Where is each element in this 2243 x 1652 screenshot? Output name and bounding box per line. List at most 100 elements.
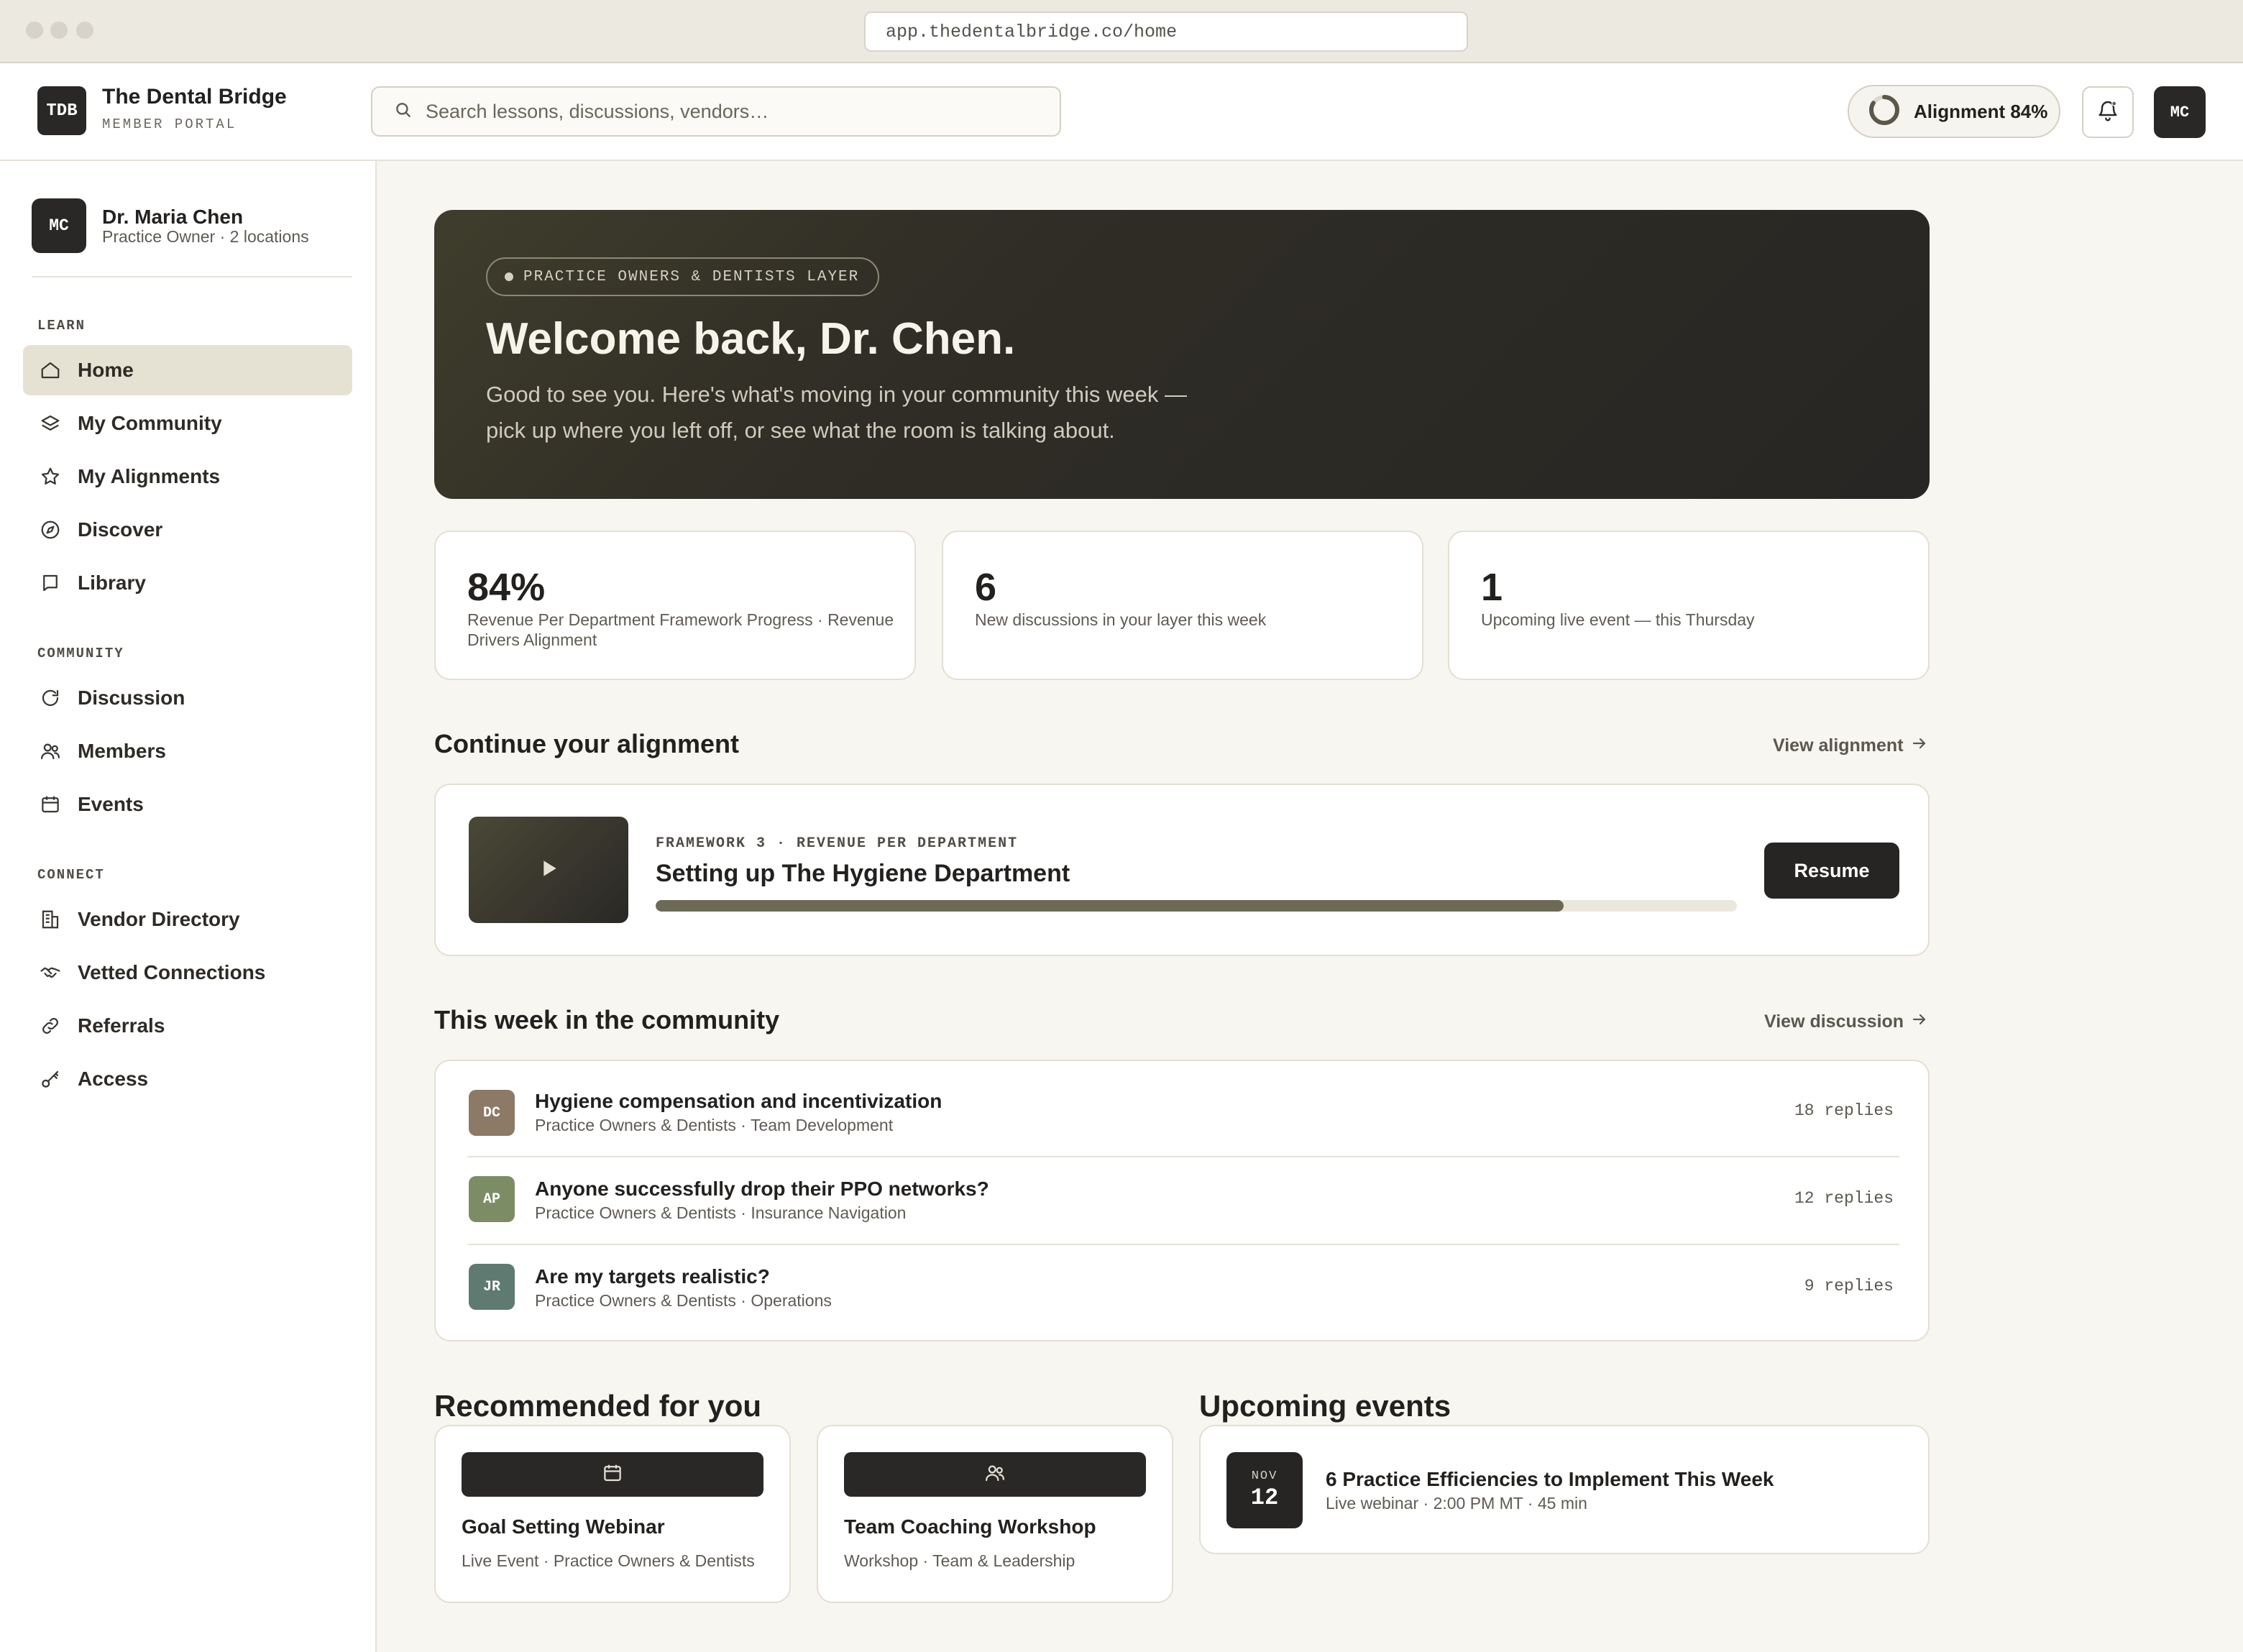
discussion-row[interactable]: DC Hygiene compensation and incentivizat… — [467, 1061, 1899, 1149]
notifications-button[interactable] — [2082, 86, 2134, 138]
lesson-title: Setting up The Hygiene Department — [656, 860, 1070, 887]
sidebar-item-vendor-directory[interactable]: Vendor Directory — [23, 894, 352, 945]
discussion-title[interactable]: Anyone successfully drop their PPO netwo… — [535, 1178, 989, 1201]
brand-title: The Dental Bridge — [102, 85, 287, 109]
compass-icon — [37, 517, 63, 543]
home-icon — [37, 357, 63, 383]
layer-tag-label: PRACTICE OWNERS & DENTISTS LAYER — [523, 268, 860, 285]
view-discussion-link[interactable]: View discussion — [1764, 1011, 1928, 1033]
sidebar-item-label: Access — [78, 1068, 149, 1090]
lesson-progress-fill — [656, 900, 1564, 912]
view-discussion-label: View discussion — [1764, 1011, 1904, 1032]
window-minimize-dot[interactable] — [50, 22, 68, 39]
book-icon — [37, 570, 63, 596]
stat-label: Revenue Per Department Framework Progres… — [467, 610, 894, 649]
stat-card: 6 New discussions in your layer this wee… — [942, 531, 1423, 680]
search-input[interactable]: Search lessons, discussions, vendors… — [371, 86, 1061, 137]
sidebar-item-referrals[interactable]: Referrals — [23, 1001, 352, 1051]
discussion-avatar: AP — [469, 1176, 515, 1222]
sidebar-item-label: Discussion — [78, 687, 185, 709]
app-header: TDB The Dental Bridge MEMBER PORTAL Sear… — [0, 63, 2243, 161]
link-icon — [37, 1013, 63, 1039]
sidebar-item-vetted-connections[interactable]: Vetted Connections — [23, 947, 352, 998]
key-icon — [37, 1066, 63, 1092]
continue-lesson-card[interactable]: FRAMEWORK 3 · REVENUE PER DEPARTMENT Set… — [434, 784, 1930, 956]
sidebar-item-my-alignments[interactable]: My Alignments — [23, 451, 352, 502]
handshake-icon — [37, 960, 63, 986]
event-month: NOV — [1251, 1469, 1278, 1483]
discussion-title[interactable]: Are my targets realistic? — [535, 1265, 770, 1288]
recommended-card[interactable]: Goal Setting Webinar Live Event · Practi… — [434, 1425, 791, 1603]
lesson-progress-bar — [656, 900, 1737, 912]
recommended-meta: Live Event · Practice Owners & Dentists — [462, 1551, 755, 1570]
sidebar-item-label: Events — [78, 793, 144, 815]
sidebar-item-label: Referrals — [78, 1014, 165, 1037]
arrow-right-icon — [1904, 735, 1928, 757]
brand-logo[interactable]: TDB — [37, 86, 86, 135]
view-alignment-link[interactable]: View alignment — [1773, 735, 1928, 757]
alignment-pill[interactable]: Alignment 84% — [1848, 85, 2060, 138]
discussion-avatar: JR — [469, 1264, 515, 1310]
recommended-section-title: Recommended for you — [434, 1389, 762, 1423]
sidebar-item-label: My Alignments — [78, 465, 221, 487]
calendar-icon — [602, 1462, 623, 1487]
sidebar-item-events[interactable]: Events — [23, 779, 352, 830]
stat-card: 1 Upcoming live event — this Thursday — [1448, 531, 1930, 680]
sidebar-item-discussion[interactable]: Discussion — [23, 673, 352, 723]
continue-section-title: Continue your alignment — [434, 729, 740, 758]
alignment-label: Alignment 84% — [1914, 100, 2048, 122]
discussion-title[interactable]: Hygiene compensation and incentivization — [535, 1090, 942, 1113]
view-alignment-label: View alignment — [1773, 735, 1904, 756]
discussion-reply-count: 12 replies — [1794, 1189, 1894, 1208]
sidebar-section-community: COMMUNITY — [37, 646, 124, 661]
sidebar-item-my-community[interactable]: My Community — [23, 398, 352, 449]
sidebar-item-discover[interactable]: Discover — [23, 505, 352, 555]
discussion-meta: Practice Owners & Dentists · Insurance N… — [535, 1203, 907, 1222]
window-maximize-dot[interactable] — [76, 22, 93, 39]
stat-value: 84% — [467, 566, 546, 609]
recommended-card[interactable]: Team Coaching Workshop Workshop · Team &… — [817, 1425, 1173, 1603]
sidebar-item-home[interactable]: Home — [23, 345, 352, 395]
community-section-title: This week in the community — [434, 1005, 780, 1034]
users-icon — [37, 738, 63, 764]
sidebar-item-label: My Community — [78, 412, 222, 434]
event-card[interactable]: NOV 12 6 Practice Efficiencies to Implem… — [1199, 1425, 1930, 1554]
events-section-title: Upcoming events — [1199, 1389, 1451, 1423]
event-title: 6 Practice Efficiencies to Implement Thi… — [1326, 1468, 1774, 1490]
discussion-row[interactable]: JR Are my targets realistic? Practice Ow… — [467, 1244, 1899, 1331]
event-date-badge: NOV 12 — [1226, 1452, 1303, 1528]
users-icon — [984, 1462, 1006, 1487]
recommended-meta: Workshop · Team & Leadership — [844, 1551, 1075, 1570]
tag-bullet-icon — [505, 272, 513, 281]
discussion-reply-count: 9 replies — [1804, 1277, 1894, 1295]
lesson-thumbnail[interactable] — [469, 817, 628, 923]
recommended-banner — [844, 1452, 1146, 1497]
sidebar-user-avatar[interactable]: MC — [32, 198, 86, 253]
sidebar-item-members[interactable]: Members — [23, 726, 352, 776]
sidebar-item-access[interactable]: Access — [23, 1054, 352, 1104]
search-placeholder: Search lessons, discussions, vendors… — [426, 100, 769, 122]
search-icon — [394, 101, 413, 123]
resume-button[interactable]: Resume — [1764, 843, 1899, 899]
sidebar-item-label: Library — [78, 572, 146, 594]
sidebar-item-label: Home — [78, 359, 134, 381]
refresh-icon — [37, 685, 63, 711]
calendar-icon — [37, 791, 63, 817]
recommended-banner — [462, 1452, 763, 1497]
sidebar: MC Dr. Maria Chen Practice Owner · 2 loc… — [0, 161, 377, 1652]
discussion-reply-count: 18 replies — [1794, 1101, 1894, 1120]
stat-label: New discussions in your layer this week — [975, 610, 1267, 629]
sidebar-item-label: Discover — [78, 518, 163, 541]
building-icon — [37, 907, 63, 932]
layers-icon — [37, 410, 63, 436]
arrow-right-icon — [1904, 1011, 1928, 1033]
sidebar-item-library[interactable]: Library — [23, 558, 352, 608]
recommended-title: Goal Setting Webinar — [462, 1515, 665, 1538]
address-bar[interactable]: app.thedentalbridge.co/home — [864, 12, 1468, 52]
sidebar-divider — [32, 276, 352, 277]
user-avatar[interactable]: MC — [2154, 86, 2206, 138]
bell-icon — [2096, 99, 2119, 126]
discussion-row[interactable]: AP Anyone successfully drop their PPO ne… — [467, 1156, 1899, 1244]
window-close-dot[interactable] — [26, 22, 43, 39]
discussion-meta: Practice Owners & Dentists · Operations — [535, 1291, 832, 1310]
